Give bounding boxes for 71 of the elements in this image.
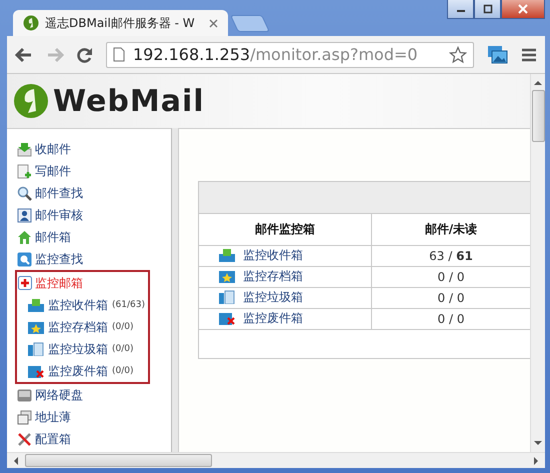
- nav-item[interactable]: 写邮件: [17, 160, 171, 182]
- mailbox-link[interactable]: 监控垃圾箱: [219, 288, 303, 306]
- drive-icon: [17, 388, 32, 402]
- url-text: 192.168.1.253/monitor.asp?mod=0: [133, 45, 419, 64]
- logo-text: WebMail: [53, 84, 205, 118]
- tools-icon: [17, 432, 32, 446]
- logo-icon: [13, 83, 49, 119]
- bin-icon: [28, 342, 44, 356]
- mailbox-link[interactable]: 监控废件箱: [219, 310, 303, 327]
- close-icon: [518, 4, 528, 14]
- folder-x-icon: [219, 311, 235, 326]
- maximize-icon: [482, 4, 492, 14]
- nav-item[interactable]: 邮件箱: [17, 226, 171, 248]
- nav-subitem[interactable]: 监控收件箱 (61/63): [18, 294, 148, 316]
- download-icon: [17, 142, 32, 156]
- nav-item[interactable]: 地址薄: [17, 406, 171, 428]
- nav-item[interactable]: 配置箱: [17, 428, 171, 450]
- nav-item[interactable]: 网络硬盘: [17, 384, 171, 406]
- scroll-thumb[interactable]: [25, 454, 212, 467]
- folder-x-icon: [28, 364, 44, 378]
- mailbox-link[interactable]: 监控存档箱: [219, 268, 303, 285]
- back-icon[interactable]: [15, 46, 33, 62]
- scroll-down-icon[interactable]: [534, 440, 542, 446]
- person-icon: [17, 208, 32, 222]
- menu-icon[interactable]: [521, 48, 537, 62]
- page-icon: [113, 47, 125, 62]
- nav-subitem[interactable]: 监控废件箱 (0/0): [18, 360, 148, 382]
- search-icon: [17, 186, 32, 200]
- document-plus-icon: [17, 164, 32, 178]
- reload-icon[interactable]: [77, 46, 93, 62]
- scroll-thumb[interactable]: [532, 90, 544, 142]
- nav-item[interactable]: 邮件查找: [17, 182, 171, 204]
- count-text: 0 / 0: [438, 312, 464, 326]
- nav-item[interactable]: 收邮件: [17, 138, 171, 160]
- minimize-button[interactable]: [447, 0, 474, 19]
- count-text: 0 / 0: [438, 291, 464, 305]
- count-text: (0/0): [112, 344, 134, 354]
- house-icon: [17, 230, 32, 244]
- scroll-left-icon[interactable]: [13, 456, 19, 464]
- close-button[interactable]: [501, 0, 545, 19]
- browser-tab[interactable]: 遥志DBMail邮件服务器 - W: [13, 10, 228, 36]
- count-text: 63 / 61: [429, 249, 473, 263]
- nav-item[interactable]: 监控查找: [17, 248, 171, 270]
- count-text: (0/0): [112, 366, 134, 376]
- logo-icon: [23, 15, 39, 31]
- star-folder-icon: [28, 320, 44, 334]
- count-text: 0 / 0: [438, 270, 464, 284]
- column-header: 邮件监控箱: [199, 214, 372, 246]
- scroll-up-icon[interactable]: [534, 80, 542, 86]
- close-icon[interactable]: [209, 18, 218, 28]
- count-text: (61/63): [112, 300, 145, 310]
- search-icon: [17, 252, 32, 266]
- nav-item[interactable]: 邮件审核: [17, 204, 171, 226]
- star-icon[interactable]: [449, 46, 467, 64]
- star-folder-icon: [219, 269, 235, 284]
- vertical-scrollbar[interactable]: [530, 74, 545, 452]
- maximize-button[interactable]: [474, 0, 501, 19]
- count-text: (0/0): [112, 322, 134, 332]
- horizontal-scrollbar[interactable]: [7, 452, 545, 468]
- scroll-right-icon[interactable]: [533, 456, 539, 464]
- address-field[interactable]: 192.168.1.253/monitor.asp?mod=0: [106, 42, 474, 68]
- bin-icon: [219, 290, 235, 304]
- nav-subitem[interactable]: 监控垃圾箱 (0/0): [18, 338, 148, 360]
- plus-icon: [18, 276, 32, 290]
- tab-title: 遥志DBMail邮件服务器 - W: [45, 14, 196, 32]
- tray-icon: [219, 248, 235, 262]
- nav-item[interactable]: 监控邮箱: [18, 272, 148, 294]
- nav-subitem[interactable]: 监控存档箱 (0/0): [18, 316, 148, 338]
- pictures-icon[interactable]: [487, 44, 508, 64]
- mailbox-link[interactable]: 监控收件箱: [219, 246, 303, 264]
- tray-icon: [28, 298, 44, 312]
